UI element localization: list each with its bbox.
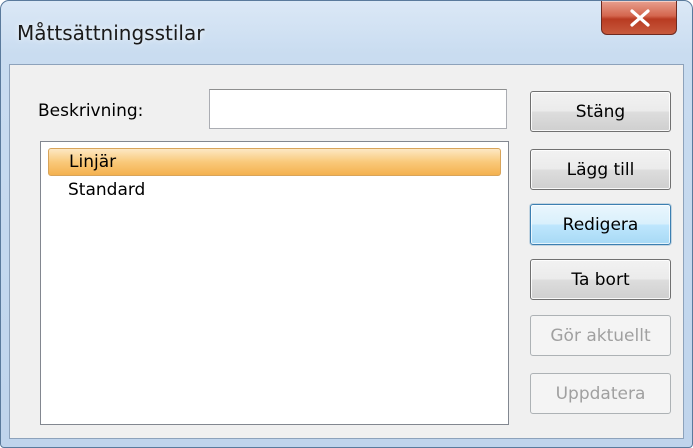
window-title: Måttsättningsstilar	[17, 21, 205, 45]
description-label: Beskrivning:	[38, 101, 144, 121]
dialog-client-area: Beskrivning: Linjär Standard Stäng Lägg …	[9, 64, 684, 439]
delete-button[interactable]: Ta bort	[530, 259, 671, 300]
title-bar[interactable]: Måttsättningsstilar	[1, 1, 692, 65]
set-current-button[interactable]: Gör aktuellt	[530, 315, 671, 356]
window-close-button[interactable]	[601, 1, 677, 35]
update-button[interactable]: Uppdatera	[530, 373, 671, 414]
styles-list[interactable]: Linjär Standard	[40, 141, 509, 425]
list-item-standard[interactable]: Standard	[48, 176, 501, 204]
list-item-linjar[interactable]: Linjär	[48, 148, 501, 176]
edit-button[interactable]: Redigera	[530, 204, 671, 245]
dialog-window: Måttsättningsstilar Beskrivning: Linjär …	[0, 0, 693, 448]
close-button[interactable]: Stäng	[530, 91, 671, 132]
add-button[interactable]: Lägg till	[530, 149, 671, 190]
description-input[interactable]	[209, 89, 507, 129]
close-icon	[630, 9, 650, 27]
